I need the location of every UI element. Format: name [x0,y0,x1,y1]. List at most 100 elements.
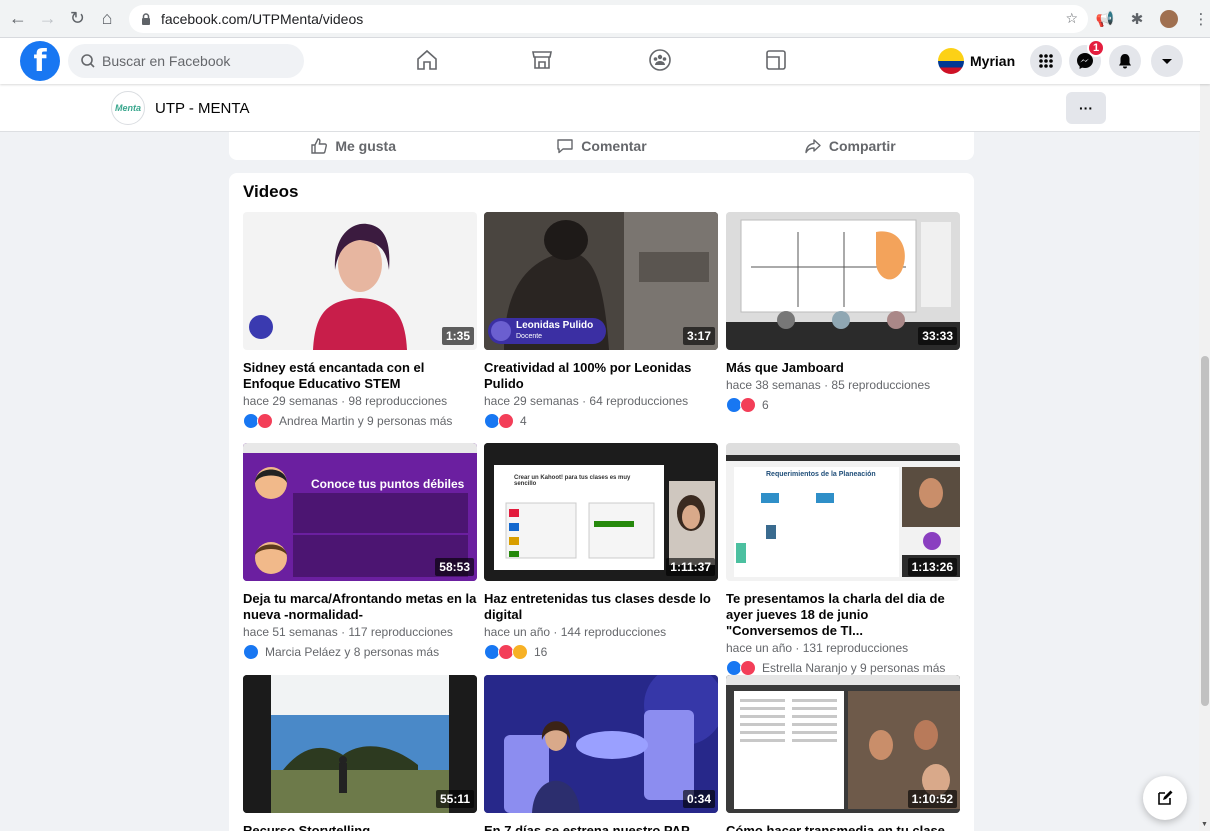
comment-button[interactable]: Comentar [477,137,725,155]
video-title[interactable]: Sidney está encantada con el Enfoque Edu… [243,360,477,392]
video-duration: 58:53 [435,558,474,576]
puzzle-extension-icon[interactable]: ✱ [1128,10,1146,28]
video-duration: 1:11:37 [666,558,715,576]
groups-nav-icon[interactable] [646,46,674,74]
home-nav-icon[interactable] [413,46,441,74]
video-title[interactable]: Recurso Storytelling [243,823,477,831]
video-reactions[interactable]: 4 [484,413,718,429]
video-reactions[interactable]: Andrea Martin y 9 personas más [243,413,477,429]
video-title[interactable]: Deja tu marca/Afrontando metas en la nue… [243,591,477,623]
home-icon[interactable]: ⌂ [95,6,119,32]
reactions-text: Andrea Martin y 9 personas más [279,414,453,428]
video-card[interactable]: Requerimientos de la Planeación 1:13:26 … [726,443,960,676]
video-card[interactable]: 1:35 Sidney está encantada con el Enfoqu… [243,212,477,429]
browser-toolbar: ← → ↻ ⌂ facebook.com/UTPMenta/videos ☆ 📢… [0,0,1210,38]
page-name[interactable]: UTP - MENTA [155,100,249,117]
scrollbar-thumb[interactable] [1201,356,1209,706]
share-icon [805,139,821,154]
video-reactions[interactable]: Estrella Naranjo y 9 personas más [726,660,960,676]
video-title[interactable]: Te presentamos la charla del dia de ayer… [726,591,960,639]
back-icon[interactable]: ← [6,6,30,32]
profile-shortcut[interactable]: Myrian [938,45,1015,77]
megaphone-extension-icon[interactable]: 📢 [1096,10,1115,28]
video-duration: 1:35 [441,327,474,345]
profile-avatar-icon[interactable] [1160,9,1179,28]
video-title[interactable]: Más que Jamboard [726,360,960,376]
new-message-button[interactable] [1143,776,1187,820]
marketplace-nav-icon[interactable] [528,46,556,74]
account-menu-button[interactable] [1151,45,1183,77]
compose-icon [1158,790,1173,805]
video-title[interactable]: Haz entretenidas tus clases desde lo dig… [484,591,718,623]
page-more-button[interactable]: ··· [1066,92,1106,124]
pages-nav-icon[interactable] [762,46,790,74]
share-label: Compartir [828,138,896,154]
thumbs-up-icon [311,138,328,154]
speaker-name-overlay: Leonidas Pulido Docente [488,318,606,344]
thumbnail-overlay-text: Requerimientos de la Planeación [766,471,876,478]
forward-icon[interactable]: → [36,6,60,32]
video-reactions[interactable]: Marcia Peláez y 8 personas más [243,644,477,660]
like-button[interactable]: Me gusta [229,137,477,155]
reload-icon[interactable]: ↻ [65,6,89,32]
bookmark-star-icon[interactable]: ☆ [1065,10,1078,27]
love-reaction-icon [740,660,756,676]
video-card[interactable]: Leonidas Pulido Docente 3:17 Creatividad… [484,212,718,429]
video-duration: 33:33 [918,327,957,345]
video-meta: hace un año · 144 reproducciones [484,625,667,639]
thumbnail-overlay-text: Conoce tus puntos débiles [311,477,465,491]
love-reaction-icon [498,413,514,429]
video-meta: hace 38 semanas · 85 reproducciones [726,378,931,392]
video-title[interactable]: Creatividad al 100% por Leonidas Pulido [484,360,718,392]
notifications-button[interactable] [1109,45,1141,77]
reactions-text: 4 [520,414,527,428]
video-card[interactable]: 33:33 Más que Jamboard hace 38 semanas ·… [726,212,960,413]
video-thumbnail[interactable]: 1:35 [243,212,477,350]
video-card[interactable]: 1:10:52 Cómo hacer transmedia en tu clas… [726,675,960,831]
reactions-text: 16 [534,645,548,659]
video-thumbnail[interactable]: Leonidas Pulido Docente 3:17 [484,212,718,350]
video-reactions[interactable]: 6 [726,397,960,413]
comment-icon [557,139,573,154]
speaker-logo-icon [491,321,511,341]
page-scrollbar[interactable]: ▲ ▼ [1199,38,1210,831]
grid-icon [1039,54,1053,68]
video-title[interactable]: En 7 días se estrena nuestro PAP [484,823,718,831]
search-input[interactable]: Buscar en Facebook [68,44,304,78]
video-title[interactable]: Cómo hacer transmedia en tu clase [726,823,960,831]
page-avatar[interactable]: Menta [111,91,145,125]
share-button[interactable]: Compartir [726,137,974,155]
messenger-button[interactable]: 1 [1069,39,1105,77]
scroll-down-arrow-icon[interactable]: ▼ [1201,821,1208,828]
video-card[interactable]: 0:34 En 7 días se estrena nuestro PAP [484,675,718,831]
search-placeholder: Buscar en Facebook [102,53,231,69]
facebook-logo-icon[interactable]: f [20,41,60,81]
video-card[interactable]: 55:11 Recurso Storytelling [243,675,477,831]
video-reactions[interactable]: 16 [484,644,718,660]
video-thumbnail[interactable]: Requerimientos de la Planeación 1:13:26 [726,443,960,581]
video-card[interactable]: Crear un Kahoot! para tus clases es muy … [484,443,718,660]
more-icon: ··· [1079,100,1093,116]
video-thumbnail[interactable]: 1:10:52 [726,675,960,813]
videos-heading: Videos [243,182,299,201]
address-bar[interactable]: facebook.com/UTPMenta/videos ☆ [128,4,1089,33]
menu-grid-button[interactable] [1030,45,1062,77]
video-thumbnail[interactable]: 0:34 [484,675,718,813]
reactions-text: 6 [762,398,769,412]
video-thumbnail[interactable]: Crear un Kahoot! para tus clases es muy … [484,443,718,581]
video-card[interactable]: Conoce tus puntos débiles 58:53 Deja tu … [243,443,477,660]
page-header-bar: Menta UTP - MENTA ··· [0,84,1200,132]
video-thumbnail[interactable]: Conoce tus puntos débiles 58:53 [243,443,477,581]
video-thumbnail[interactable]: 33:33 [726,212,960,350]
bell-icon [1119,54,1131,69]
reactions-text: Marcia Peláez y 8 personas más [265,645,440,659]
love-reaction-icon [257,413,273,429]
videos-section: Videos 1:35 Sidney está encantada con el… [229,173,974,831]
url-text: facebook.com/UTPMenta/videos [160,10,364,27]
lock-icon [141,12,150,25]
speaker-name: Leonidas Pulido [516,319,594,331]
speaker-role: Docente [516,332,543,340]
browser-menu-icon[interactable]: ⋮ [1192,10,1210,28]
comment-label: Comentar [581,138,647,154]
video-thumbnail[interactable]: 55:11 [243,675,477,813]
